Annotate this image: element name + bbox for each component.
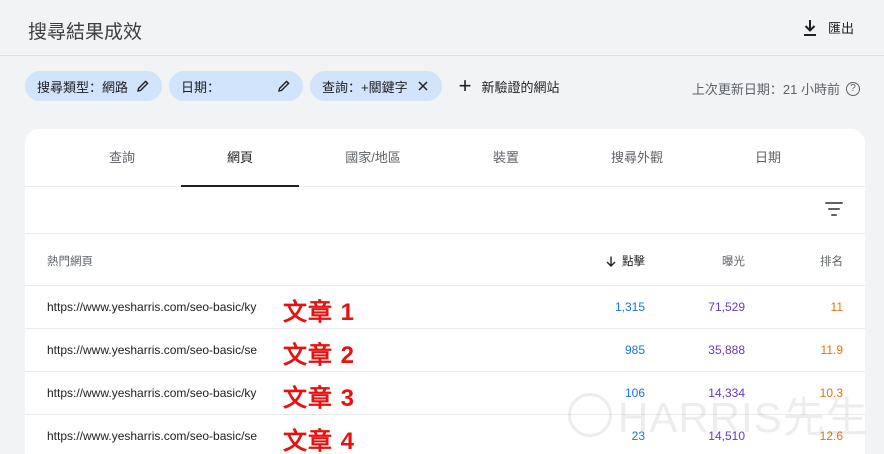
position-value: 12.6 <box>819 429 843 443</box>
download-icon <box>803 19 816 36</box>
table-row[interactable]: https://www.yesharris.com/seo-basic/se 文… <box>25 329 865 372</box>
results-card: 查詢 網頁 國家/地區 裝置 搜尋外觀 日期 熱門網頁 點擊 曝光 排名 htt… <box>25 129 865 454</box>
column-header-position[interactable]: 排名 <box>820 253 843 269</box>
position-value: 11 <box>830 300 843 314</box>
export-label: 匯出 <box>827 21 854 36</box>
table-header: 熱門網頁 點擊 曝光 排名 <box>25 234 865 286</box>
column-header-impressions[interactable]: 曝光 <box>722 253 745 269</box>
tab-pages[interactable]: 網頁 <box>181 129 299 187</box>
filter-chip-date[interactable]: 日期： <box>169 71 304 101</box>
impressions-value: 35,888 <box>708 343 745 357</box>
sort-down-icon <box>606 256 616 267</box>
chip-label: 日期： <box>181 79 221 95</box>
filter-chip-query[interactable]: 查詢：+關鍵字 <box>310 71 442 101</box>
article-annotation: 文章 3 <box>283 385 356 412</box>
page-title: 搜尋結果成效 <box>28 22 143 43</box>
page-url[interactable]: https://www.yesharris.com/seo-basic/ky <box>47 386 256 400</box>
clicks-value: 106 <box>624 386 645 400</box>
position-value: 11.9 <box>820 343 843 357</box>
article-annotation: 文章 4 <box>283 428 356 454</box>
tab-queries[interactable]: 查詢 <box>63 129 181 187</box>
filter-chip-search-type[interactable]: 搜尋類型：網路 <box>25 71 163 101</box>
chip-label: 查詢：+關鍵字 <box>322 79 408 95</box>
tab-devices[interactable]: 裝置 <box>447 129 565 187</box>
help-icon[interactable]: ? <box>846 81 860 96</box>
add-filter-button[interactable]: + 新驗證的網站 <box>459 75 560 97</box>
edit-icon[interactable] <box>277 79 291 93</box>
chip-label: 搜尋類型：網路 <box>37 79 129 95</box>
column-header-clicks[interactable]: 點擊 <box>606 253 645 269</box>
column-header-clicks-label: 點擊 <box>622 256 645 268</box>
clicks-value: 23 <box>631 429 645 443</box>
last-updated-text: 上次更新日期：21 小時前 <box>691 82 840 97</box>
page-url[interactable]: https://www.yesharris.com/seo-basic/se <box>47 429 257 443</box>
last-updated: 上次更新日期：21 小時前 ? <box>692 79 860 98</box>
article-annotation: 文章 2 <box>283 342 356 369</box>
table-row[interactable]: https://www.yesharris.com/seo-basic/ky 文… <box>25 372 865 415</box>
clicks-value: 985 <box>624 343 645 357</box>
table-row[interactable]: https://www.yesharris.com/seo-basic/ky 文… <box>25 286 865 329</box>
filter-bar: 搜尋類型：網路 日期： 查詢：+關鍵字 + 新驗證的網站 <box>25 71 559 101</box>
column-header-top-pages[interactable]: 熱門網頁 <box>47 253 93 269</box>
table-toolbar <box>25 187 865 234</box>
top-bar: 搜尋結果成效 匯出 <box>0 0 884 56</box>
tab-dates[interactable]: 日期 <box>709 129 827 187</box>
impressions-value: 14,334 <box>708 386 745 400</box>
clicks-value: 1,315 <box>614 300 645 314</box>
export-button[interactable]: 匯出 <box>802 18 854 37</box>
article-annotation: 文章 1 <box>283 299 356 326</box>
tab-countries[interactable]: 國家/地區 <box>314 129 432 187</box>
tab-search-appearance[interactable]: 搜尋外觀 <box>578 129 696 187</box>
dimension-tabs: 查詢 網頁 國家/地區 裝置 搜尋外觀 日期 <box>25 129 865 187</box>
plus-icon: + <box>458 73 472 98</box>
add-filter-label: 新驗證的網站 <box>481 79 560 95</box>
impressions-value: 14,510 <box>708 429 745 443</box>
table-row[interactable]: https://www.yesharris.com/seo-basic/se 文… <box>25 415 865 454</box>
page-url[interactable]: https://www.yesharris.com/seo-basic/se <box>47 343 257 357</box>
edit-icon[interactable] <box>136 79 150 93</box>
close-icon[interactable] <box>416 79 430 93</box>
impressions-value: 71,529 <box>708 300 745 314</box>
position-value: 10.3 <box>819 386 843 400</box>
page-url[interactable]: https://www.yesharris.com/seo-basic/ky <box>47 300 256 314</box>
filter-icon[interactable] <box>825 202 843 216</box>
